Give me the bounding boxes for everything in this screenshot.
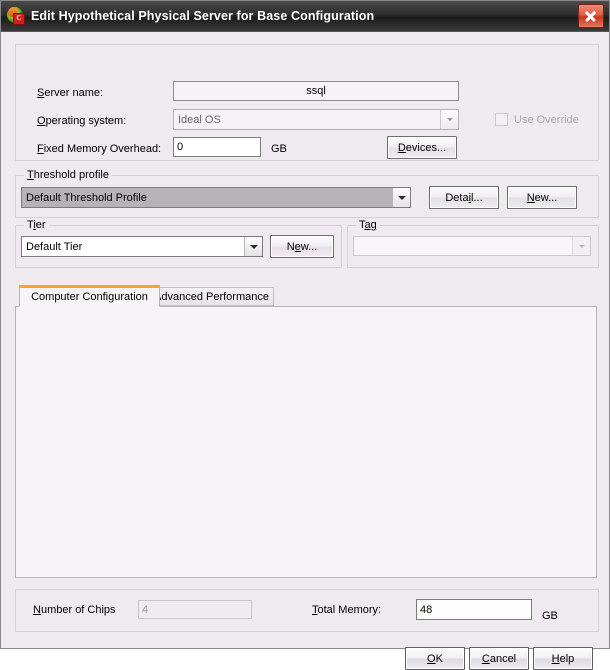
icon-badge-letter: C — [13, 13, 25, 25]
total-memory-unit: GB — [542, 610, 558, 622]
server-name-value: ssql — [306, 85, 326, 97]
tier-select[interactable]: Default Tier — [21, 236, 263, 257]
tier-value: Default Tier — [26, 240, 83, 253]
total-memory-value: 48 — [420, 603, 433, 616]
edit-hypothetical-physical-server-dialog: C Edit Hypothetical Physical Server for … — [0, 0, 610, 670]
tab-computer-configuration[interactable]: Computer Configuration — [19, 285, 160, 307]
operating-system-value: Ideal OS — [178, 113, 221, 126]
tag-select[interactable] — [353, 236, 591, 256]
help-button[interactable]: Help — [533, 647, 593, 670]
tier-new-button[interactable]: New... — [270, 235, 334, 258]
threshold-profile-value: Default Threshold Profile — [26, 191, 147, 204]
tier-legend: Tier — [24, 219, 49, 231]
server-name-label: Server name: — [37, 87, 104, 99]
threshold-profile-legend: Threshold profile — [24, 169, 112, 181]
tab-advanced-performance[interactable]: Advanced Performance — [149, 287, 274, 306]
use-override-checkbox[interactable] — [495, 113, 508, 126]
tab-panel-computer-configuration — [15, 306, 597, 578]
window-title: Edit Hypothetical Physical Server for Ba… — [31, 9, 375, 23]
server-name-field[interactable]: ssql — [173, 81, 459, 101]
chevron-down-icon[interactable] — [572, 237, 590, 255]
number-of-chips-value: 4 — [142, 603, 149, 616]
operating-system-label: Operating system: — [37, 115, 127, 127]
fixed-memory-overhead-label: Fixed Memory Overhead: — [37, 143, 162, 155]
title-bar: C Edit Hypothetical Physical Server for … — [1, 1, 609, 32]
close-icon[interactable] — [578, 4, 604, 28]
fixed-memory-overhead-unit: GB — [271, 143, 287, 155]
number-of-chips-label: Number of Chips — [33, 604, 116, 616]
chevron-down-icon[interactable] — [244, 237, 262, 256]
dialog-body: Server name: ssql Operating system: Idea… — [1, 32, 609, 670]
threshold-detail-button[interactable]: Detail... — [429, 186, 499, 209]
chevron-down-icon[interactable] — [440, 110, 458, 129]
use-override-label: Use Override — [514, 114, 579, 126]
operating-system-select[interactable]: Ideal OS — [173, 109, 459, 130]
ok-button[interactable]: OK — [405, 647, 465, 670]
total-memory-label: Total Memory: — [312, 604, 382, 616]
total-memory-input[interactable]: 48 — [416, 599, 532, 620]
chevron-down-icon[interactable] — [392, 188, 410, 207]
tab-advanced-performance-label: Advanced Performance — [154, 290, 269, 303]
threshold-new-button[interactable]: New... — [507, 186, 577, 209]
tag-legend: Tag — [356, 219, 380, 231]
number-of-chips-field: 4 — [138, 600, 252, 619]
threshold-profile-select[interactable]: Default Threshold Profile — [21, 187, 411, 208]
server-globe-icon: C — [7, 7, 25, 25]
cancel-button[interactable]: Cancel — [469, 647, 529, 670]
tab-computer-configuration-label: Computer Configuration — [31, 291, 148, 303]
devices-button[interactable]: Devices... — [387, 136, 457, 159]
fixed-memory-overhead-input[interactable]: 0 — [173, 137, 261, 157]
fixed-memory-overhead-value: 0 — [177, 141, 184, 153]
